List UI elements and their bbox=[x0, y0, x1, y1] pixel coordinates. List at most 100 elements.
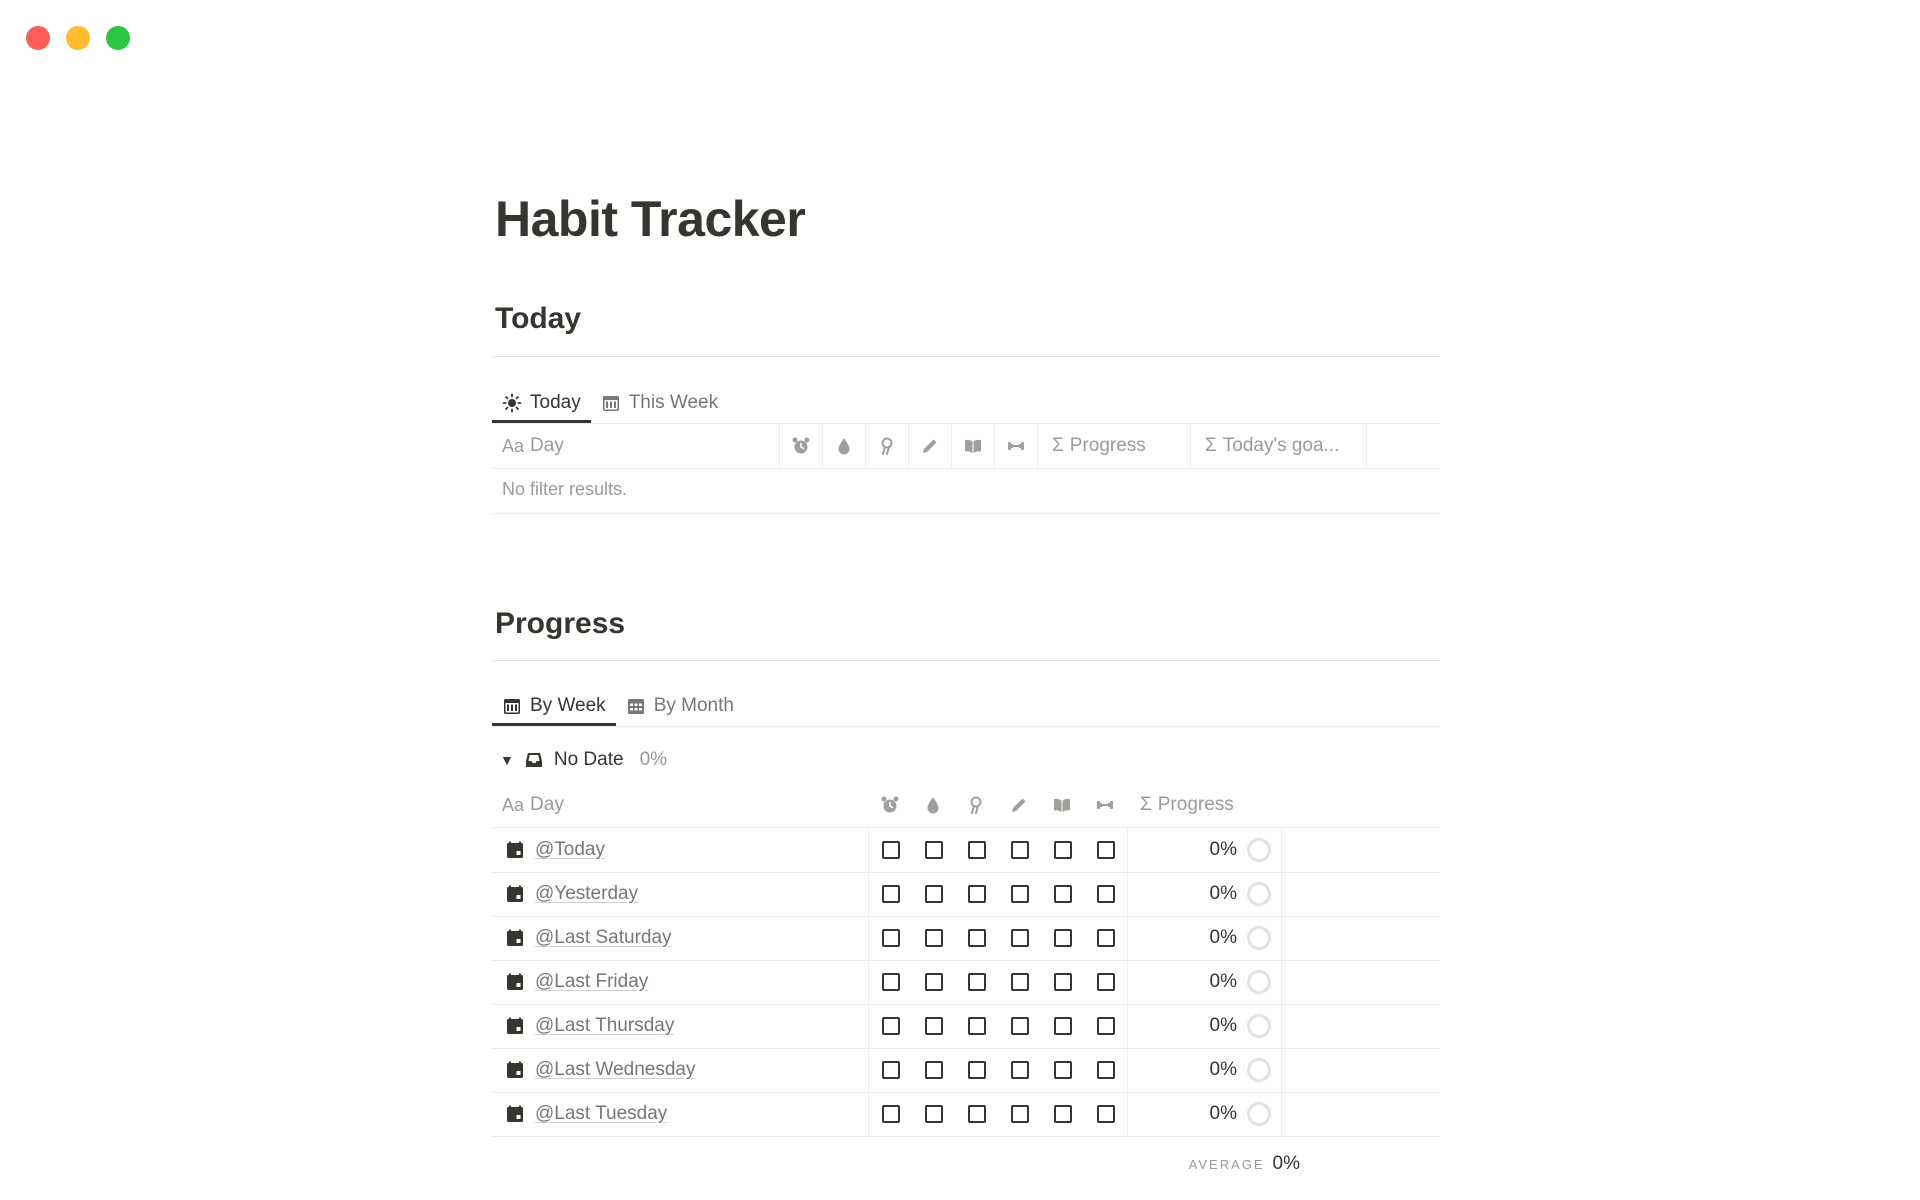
habit-checkbox[interactable] bbox=[998, 1048, 1041, 1092]
habit-checkbox[interactable] bbox=[955, 1048, 998, 1092]
habit-checkbox[interactable] bbox=[869, 1004, 912, 1048]
habit-checkbox[interactable] bbox=[998, 1092, 1041, 1136]
column-header-habit-4[interactable] bbox=[908, 424, 951, 468]
habit-checkbox[interactable] bbox=[998, 960, 1041, 1004]
habit-checkbox[interactable] bbox=[912, 1092, 955, 1136]
dumbbell-icon bbox=[1008, 442, 1024, 450]
progress-view-tabs: By Week By Month bbox=[492, 686, 1440, 726]
habit-checkbox[interactable] bbox=[1084, 1048, 1127, 1092]
habit-checkbox[interactable] bbox=[955, 1092, 998, 1136]
alarm-clock-icon bbox=[881, 796, 898, 813]
habit-checkbox[interactable] bbox=[1041, 1092, 1084, 1136]
tab-this-week[interactable]: This Week bbox=[591, 383, 728, 423]
habit-checkbox[interactable] bbox=[869, 1092, 912, 1136]
column-header-day[interactable]: Aa Day bbox=[492, 424, 779, 468]
habit-checkbox[interactable] bbox=[955, 960, 998, 1004]
collapse-triangle-icon[interactable]: ▼ bbox=[500, 752, 514, 768]
column-header-progress[interactable]: Σ Progress bbox=[1037, 424, 1190, 468]
day-mention-link[interactable]: @Today bbox=[535, 839, 605, 861]
habit-checkbox[interactable] bbox=[998, 872, 1041, 916]
column-header-day[interactable]: Aa Day bbox=[492, 783, 868, 827]
day-mention-link[interactable]: @Yesterday bbox=[535, 883, 638, 905]
habit-checkbox[interactable] bbox=[869, 960, 912, 1004]
column-header-habit-6[interactable] bbox=[1083, 783, 1126, 827]
habit-checkbox[interactable] bbox=[1084, 872, 1127, 916]
habit-checkbox[interactable] bbox=[869, 828, 912, 872]
column-header-todays-goal[interactable]: Σ Today's goa... bbox=[1190, 424, 1367, 468]
habit-checkbox[interactable] bbox=[1084, 828, 1127, 872]
habit-checkbox[interactable] bbox=[1084, 960, 1127, 1004]
day-cell[interactable]: @Last Saturday bbox=[492, 916, 868, 960]
table-row[interactable]: @Last Wednesday 0% bbox=[492, 1048, 1440, 1093]
day-mention-link[interactable]: @Last Thursday bbox=[535, 1015, 674, 1037]
column-header-habit-1[interactable] bbox=[868, 783, 911, 827]
habit-checkbox[interactable] bbox=[869, 916, 912, 960]
calendar-icon bbox=[507, 973, 523, 990]
day-cell[interactable]: @Last Tuesday bbox=[492, 1092, 868, 1136]
habit-checkbox[interactable] bbox=[955, 828, 998, 872]
day-mention-link[interactable]: @Last Friday bbox=[535, 971, 648, 993]
column-header-habit-3[interactable] bbox=[954, 783, 997, 827]
alarm-clock-icon bbox=[792, 437, 810, 454]
table-row[interactable]: @Last Saturday 0% bbox=[492, 916, 1440, 961]
column-header-progress[interactable]: Σ Progress bbox=[1126, 783, 1279, 827]
table-row[interactable]: @Last Friday 0% bbox=[492, 960, 1440, 1005]
tab-by-month[interactable]: By Month bbox=[616, 686, 744, 726]
habit-checkbox[interactable] bbox=[869, 872, 912, 916]
group-header[interactable]: ▼ No Date 0% bbox=[492, 749, 667, 771]
zoom-window-button[interactable] bbox=[106, 26, 130, 50]
tab-by-week[interactable]: By Week bbox=[492, 686, 616, 726]
progress-ring-icon bbox=[1247, 926, 1271, 950]
tab-today[interactable]: Today bbox=[492, 383, 591, 423]
tab-this-week-label: This Week bbox=[628, 392, 719, 413]
day-cell[interactable]: @Yesterday bbox=[492, 872, 868, 916]
habit-checkbox[interactable] bbox=[912, 960, 955, 1004]
habit-checkbox[interactable] bbox=[912, 872, 955, 916]
table-row[interactable]: @Today 0% bbox=[492, 828, 1440, 873]
habit-checkbox[interactable] bbox=[998, 916, 1041, 960]
table-row[interactable]: @Last Tuesday 0% bbox=[492, 1092, 1440, 1137]
day-mention-link[interactable]: @Last Saturday bbox=[535, 927, 672, 949]
habit-checkbox[interactable] bbox=[912, 828, 955, 872]
column-header-habit-2[interactable] bbox=[911, 783, 954, 827]
habit-checkbox[interactable] bbox=[955, 916, 998, 960]
close-window-button[interactable] bbox=[26, 26, 50, 50]
habit-checkbox[interactable] bbox=[1084, 1004, 1127, 1048]
habit-checkbox[interactable] bbox=[955, 1004, 998, 1048]
habit-checkbox[interactable] bbox=[1041, 960, 1084, 1004]
day-mention-link[interactable]: @Last Tuesday bbox=[535, 1103, 667, 1125]
habit-checkbox[interactable] bbox=[1041, 1048, 1084, 1092]
habit-checkbox[interactable] bbox=[869, 1048, 912, 1092]
day-mention-link[interactable]: @Last Wednesday bbox=[535, 1059, 695, 1081]
habit-checkbox[interactable] bbox=[912, 1048, 955, 1092]
meditation-icon bbox=[970, 796, 981, 814]
column-header-habit-6[interactable] bbox=[994, 424, 1037, 468]
habit-checkbox[interactable] bbox=[1084, 1092, 1127, 1136]
habit-checkbox[interactable] bbox=[955, 872, 998, 916]
habit-checkboxes bbox=[868, 1092, 1127, 1136]
column-header-habit-5[interactable] bbox=[1040, 783, 1083, 827]
habit-checkbox[interactable] bbox=[998, 1004, 1041, 1048]
day-cell[interactable]: @Last Thursday bbox=[492, 1004, 868, 1048]
column-header-habit-2[interactable] bbox=[822, 424, 865, 468]
column-header-habit-1[interactable] bbox=[779, 424, 822, 468]
habit-checkbox[interactable] bbox=[998, 828, 1041, 872]
habit-checkbox[interactable] bbox=[1041, 916, 1084, 960]
habit-checkbox[interactable] bbox=[1041, 828, 1084, 872]
column-header-habit-5[interactable] bbox=[951, 424, 994, 468]
column-header-habit-4[interactable] bbox=[997, 783, 1040, 827]
day-cell[interactable]: @Last Friday bbox=[492, 960, 868, 1004]
habit-checkbox[interactable] bbox=[1084, 916, 1127, 960]
minimize-window-button[interactable] bbox=[66, 26, 90, 50]
column-header-habit-3[interactable] bbox=[865, 424, 908, 468]
habit-checkboxes bbox=[868, 1004, 1127, 1048]
habit-checkbox[interactable] bbox=[1041, 1004, 1084, 1048]
day-cell[interactable]: @Last Wednesday bbox=[492, 1048, 868, 1092]
habit-checkbox[interactable] bbox=[912, 916, 955, 960]
habit-checkbox[interactable] bbox=[912, 1004, 955, 1048]
habit-checkbox[interactable] bbox=[1041, 872, 1084, 916]
day-cell[interactable]: @Today bbox=[492, 828, 868, 872]
table-row[interactable]: @Yesterday 0% bbox=[492, 872, 1440, 917]
calendar-icon bbox=[507, 1105, 523, 1122]
table-row[interactable]: @Last Thursday 0% bbox=[492, 1004, 1440, 1049]
